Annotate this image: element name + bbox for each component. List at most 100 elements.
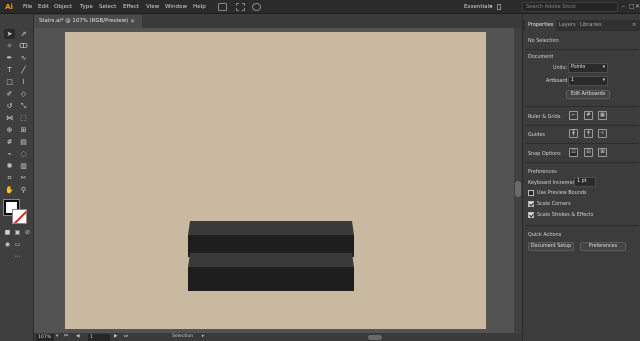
scale-corners-label: Scale Corners (537, 201, 571, 207)
divider (525, 106, 639, 107)
divider (525, 143, 639, 144)
width-tool-icon[interactable]: ⋈ (4, 113, 15, 123)
slice-tool-icon[interactable]: ✂ (18, 173, 29, 183)
close-icon[interactable]: ✕ (635, 0, 640, 14)
scale-strokes-effects-checkbox[interactable] (528, 212, 534, 218)
menu-edit[interactable]: Edit (38, 0, 49, 14)
menu-object[interactable]: Object (54, 0, 72, 14)
snap-to-pixel-icon[interactable]: ⊠ (598, 148, 607, 157)
maximize-icon[interactable]: □ (629, 0, 635, 14)
free-transform-tool-icon[interactable]: ⬚ (18, 113, 29, 123)
shape-builder-tool-icon[interactable]: ⊕ (4, 125, 15, 135)
units-select[interactable]: Points ▾ (568, 63, 608, 73)
shaper-tool-icon[interactable]: ✐ (4, 89, 15, 99)
divider (525, 162, 639, 163)
stair-step-top[interactable] (188, 221, 354, 257)
blend-tool-icon[interactable]: ◌ (18, 149, 29, 159)
menu-view[interactable]: View (146, 0, 159, 14)
document-setup-button[interactable]: Document Setup (528, 242, 574, 251)
smart-guides-icon[interactable]: ⊹ (598, 129, 607, 138)
selection-tool-icon[interactable]: ➤ (4, 29, 15, 39)
prev-artboard-icon[interactable]: ◀ (76, 333, 80, 341)
preferences-button[interactable]: Preferences (580, 242, 626, 251)
divider (525, 49, 639, 50)
column-graph-tool-icon[interactable]: ▥ (18, 161, 29, 171)
vertical-scroll-thumb[interactable] (515, 181, 521, 197)
stair-step-bottom[interactable] (188, 253, 354, 291)
hand-tool-icon[interactable]: ✋ (4, 185, 15, 195)
horizontal-scroll-thumb[interactable] (368, 335, 382, 340)
edit-artboards-button[interactable]: Edit Artboards (566, 90, 610, 99)
transparency-grid-icon[interactable]: ▦ (598, 111, 607, 120)
perspective-grid-tool-icon[interactable]: ⊞ (18, 125, 29, 135)
zoom-dropdown-icon[interactable]: ▾ (56, 333, 58, 341)
keyboard-increment-field[interactable]: 1 pt (574, 177, 596, 187)
gpu-icon[interactable] (252, 3, 261, 11)
scale-corners-checkbox[interactable] (528, 201, 534, 207)
chevron-down-icon[interactable]: ▾ (490, 0, 493, 14)
last-artboard-icon[interactable]: ⏭ (124, 333, 128, 341)
close-tab-icon[interactable]: × (130, 15, 135, 28)
rulers-icon[interactable]: ⌐ (569, 111, 578, 120)
menu-type[interactable]: Type (80, 0, 93, 14)
stair-step-bottom-front (188, 267, 354, 291)
type-tool-icon[interactable]: T (4, 65, 15, 75)
show-guides-icon[interactable]: ╫ (569, 129, 578, 138)
status-menu-icon[interactable]: ▸ (202, 333, 204, 341)
status-bar: 107% ▾ ⏮ ◀ 1 ▶ ⏭ Selection ▸ (34, 333, 522, 341)
zoom-tool-icon[interactable]: ⚲ (18, 185, 29, 195)
stroke-none-swatch[interactable] (12, 209, 27, 224)
line-segment-tool-icon[interactable]: ╱ (18, 65, 29, 75)
artboard-number-field[interactable]: 1 (88, 334, 110, 341)
scale-tool-icon[interactable]: ⤡ (18, 101, 29, 111)
vertical-scrollbar[interactable] (514, 28, 522, 333)
lasso-tool-icon[interactable]: ↀ (18, 41, 29, 51)
lock-guides-icon[interactable]: ╪ (584, 129, 593, 138)
direct-selection-tool-icon[interactable]: ⇗ (18, 29, 29, 39)
snap-to-grid-icon[interactable]: ⊟ (584, 148, 593, 157)
edit-toolbar-icon[interactable]: ⋯ (12, 252, 23, 262)
menu-effect[interactable]: Effect (123, 0, 139, 14)
mesh-tool-icon[interactable]: # (4, 137, 15, 147)
chevron-down-icon: ▾ (602, 78, 605, 83)
document-tab[interactable]: Stairs.ai* @ 107% (RGB/Preview) × (34, 15, 142, 28)
grid-icon[interactable]: # (584, 111, 593, 120)
rectangle-tool-icon[interactable]: □ (4, 77, 15, 87)
selection-status: No Selection (528, 38, 559, 44)
eyedropper-tool-icon[interactable]: ⌁ (4, 149, 15, 159)
snap-to-point-icon[interactable]: ⊡ (569, 148, 578, 157)
stock-search-input[interactable]: Search Adobe Stock (522, 2, 618, 12)
use-preview-bounds-checkbox[interactable] (528, 190, 534, 196)
properties-panel: Properties Layers Libraries ≡ No Selecti… (522, 14, 640, 341)
workspace-panel-icon[interactable] (497, 4, 501, 10)
artboard-select[interactable]: 1 ▾ (568, 76, 608, 86)
paintbrush-tool-icon[interactable]: ⌇ (18, 77, 29, 87)
none-mode-icon[interactable]: ⊘ (22, 228, 33, 238)
tab-libraries[interactable]: Libraries (577, 20, 605, 31)
minimize-icon[interactable]: – (622, 0, 625, 14)
menu-file[interactable]: File (23, 0, 32, 14)
panel-menu-icon[interactable]: ≡ (629, 20, 639, 31)
gradient-tool-icon[interactable]: ▤ (18, 137, 29, 147)
pen-tool-icon[interactable]: ✒ (4, 53, 15, 63)
artboard-tool-icon[interactable]: ⌗ (4, 173, 15, 183)
eraser-tool-icon[interactable]: ◇ (18, 89, 29, 99)
curvature-tool-icon[interactable]: ∿ (18, 53, 29, 63)
zoom-level-field[interactable]: 107% (36, 334, 54, 341)
symbol-sprayer-tool-icon[interactable]: ✺ (4, 161, 15, 171)
next-artboard-icon[interactable]: ▶ (114, 333, 118, 341)
stair-step-bottom-face (188, 253, 354, 267)
menu-help[interactable]: Help (193, 0, 206, 14)
document-icon[interactable] (218, 3, 227, 11)
first-artboard-icon[interactable]: ⏮ (64, 333, 68, 341)
menu-select[interactable]: Select (99, 0, 116, 14)
rotate-tool-icon[interactable]: ↺ (4, 101, 15, 111)
tab-layers[interactable]: Layers (556, 20, 579, 31)
screen-mode-icon[interactable]: ▭ (12, 240, 23, 250)
workspace-switcher[interactable]: Essentials (464, 0, 492, 14)
arrange-icon[interactable] (236, 3, 245, 11)
magic-wand-tool-icon[interactable]: ✧ (4, 41, 15, 51)
units-value: Points (571, 65, 586, 70)
menu-window[interactable]: Window (165, 0, 187, 14)
tab-properties[interactable]: Properties (525, 20, 557, 31)
